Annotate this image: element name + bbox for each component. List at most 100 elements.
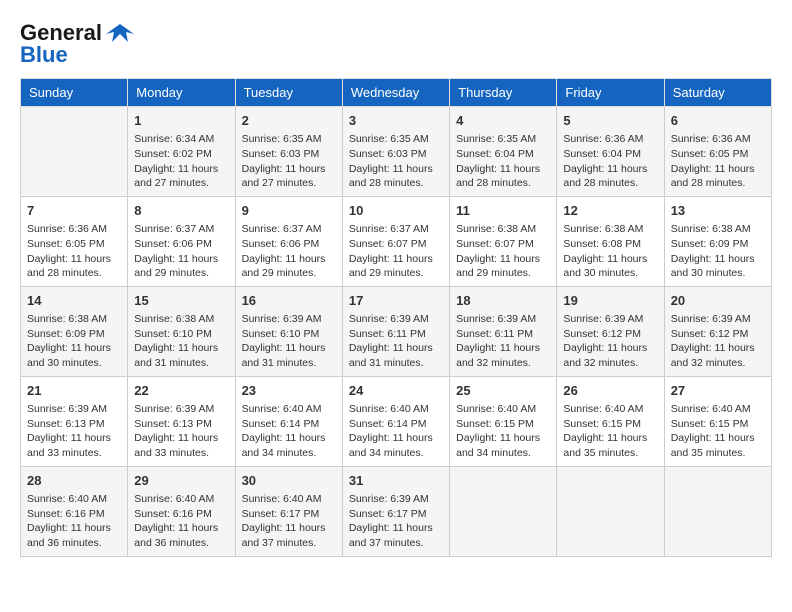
day-detail: Sunrise: 6:38 AM Sunset: 6:07 PM Dayligh… (456, 222, 550, 281)
calendar-cell: 30Sunrise: 6:40 AM Sunset: 6:17 PM Dayli… (235, 466, 342, 556)
day-detail: Sunrise: 6:35 AM Sunset: 6:04 PM Dayligh… (456, 132, 550, 191)
day-detail: Sunrise: 6:36 AM Sunset: 6:04 PM Dayligh… (563, 132, 657, 191)
calendar-cell (664, 466, 771, 556)
calendar-cell: 8 Sunrise: 6:37 AM Sunset: 6:06 PM Daylig… (128, 196, 235, 286)
day-number: 17 (349, 292, 443, 310)
day-number: 28 (27, 472, 121, 490)
calendar-week-2: 7 Sunrise: 6:36 AM Sunset: 6:05 PM Daylig… (21, 196, 772, 286)
calendar-cell: 19 Sunrise: 6:39 AM Sunset: 6:12 PM Dayli… (557, 286, 664, 376)
day-number: 4 (456, 112, 550, 130)
day-detail: Sunrise: 6:37 AM Sunset: 6:06 PM Dayligh… (134, 222, 228, 281)
page-header: General Blue (20, 20, 772, 68)
calendar-cell: 28Sunrise: 6:40 AM Sunset: 6:16 PM Dayli… (21, 466, 128, 556)
calendar-cell: 23 Sunrise: 6:40 AM Sunset: 6:14 PM Dayli… (235, 376, 342, 466)
calendar-cell: 1Sunrise: 6:34 AM Sunset: 6:02 PM Daylig… (128, 107, 235, 197)
day-detail: Sunrise: 6:40 AM Sunset: 6:15 PM Dayligh… (671, 402, 765, 461)
day-number: 3 (349, 112, 443, 130)
calendar-cell: 31Sunrise: 6:39 AM Sunset: 6:17 PM Dayli… (342, 466, 449, 556)
day-number: 22 (134, 382, 228, 400)
day-number: 27 (671, 382, 765, 400)
day-number: 21 (27, 382, 121, 400)
day-detail: Sunrise: 6:35 AM Sunset: 6:03 PM Dayligh… (242, 132, 336, 191)
day-number: 23 (242, 382, 336, 400)
logo-bird-icon (106, 22, 134, 44)
day-number: 14 (27, 292, 121, 310)
calendar-cell: 20 Sunrise: 6:39 AM Sunset: 6:12 PM Dayli… (664, 286, 771, 376)
calendar-cell: 7 Sunrise: 6:36 AM Sunset: 6:05 PM Daylig… (21, 196, 128, 286)
header-tuesday: Tuesday (235, 79, 342, 107)
calendar-table: SundayMondayTuesdayWednesdayThursdayFrid… (20, 78, 772, 557)
day-number: 11 (456, 202, 550, 220)
day-detail: Sunrise: 6:39 AM Sunset: 6:12 PM Dayligh… (563, 312, 657, 371)
calendar-week-1: 1Sunrise: 6:34 AM Sunset: 6:02 PM Daylig… (21, 107, 772, 197)
calendar-cell: 5 Sunrise: 6:36 AM Sunset: 6:04 PM Daylig… (557, 107, 664, 197)
logo-blue-text: Blue (20, 42, 68, 68)
header-saturday: Saturday (664, 79, 771, 107)
day-detail: Sunrise: 6:39 AM Sunset: 6:17 PM Dayligh… (349, 492, 443, 551)
day-number: 6 (671, 112, 765, 130)
day-number: 25 (456, 382, 550, 400)
day-detail: Sunrise: 6:37 AM Sunset: 6:07 PM Dayligh… (349, 222, 443, 281)
day-number: 13 (671, 202, 765, 220)
calendar-cell: 10 Sunrise: 6:37 AM Sunset: 6:07 PM Dayli… (342, 196, 449, 286)
calendar-cell: 3 Sunrise: 6:35 AM Sunset: 6:03 PM Daylig… (342, 107, 449, 197)
day-detail: Sunrise: 6:39 AM Sunset: 6:11 PM Dayligh… (456, 312, 550, 371)
day-detail: Sunrise: 6:36 AM Sunset: 6:05 PM Dayligh… (27, 222, 121, 281)
day-number: 7 (27, 202, 121, 220)
calendar-cell: 17 Sunrise: 6:39 AM Sunset: 6:11 PM Dayli… (342, 286, 449, 376)
day-number: 29 (134, 472, 228, 490)
day-number: 9 (242, 202, 336, 220)
header-friday: Friday (557, 79, 664, 107)
calendar-week-4: 21 Sunrise: 6:39 AM Sunset: 6:13 PM Dayli… (21, 376, 772, 466)
day-number: 10 (349, 202, 443, 220)
day-number: 18 (456, 292, 550, 310)
calendar-cell: 9 Sunrise: 6:37 AM Sunset: 6:06 PM Daylig… (235, 196, 342, 286)
day-detail: Sunrise: 6:39 AM Sunset: 6:11 PM Dayligh… (349, 312, 443, 371)
day-detail: Sunrise: 6:39 AM Sunset: 6:12 PM Dayligh… (671, 312, 765, 371)
day-detail: Sunrise: 6:40 AM Sunset: 6:16 PM Dayligh… (134, 492, 228, 551)
calendar-week-3: 14 Sunrise: 6:38 AM Sunset: 6:09 PM Dayli… (21, 286, 772, 376)
calendar-cell: 24Sunrise: 6:40 AM Sunset: 6:14 PM Dayli… (342, 376, 449, 466)
day-number: 19 (563, 292, 657, 310)
day-number: 30 (242, 472, 336, 490)
calendar-cell: 13 Sunrise: 6:38 AM Sunset: 6:09 PM Dayli… (664, 196, 771, 286)
calendar-cell: 25 Sunrise: 6:40 AM Sunset: 6:15 PM Dayli… (450, 376, 557, 466)
calendar-cell: 29 Sunrise: 6:40 AM Sunset: 6:16 PM Dayli… (128, 466, 235, 556)
header-monday: Monday (128, 79, 235, 107)
day-number: 8 (134, 202, 228, 220)
day-number: 15 (134, 292, 228, 310)
calendar-cell: 21 Sunrise: 6:39 AM Sunset: 6:13 PM Dayli… (21, 376, 128, 466)
day-detail: Sunrise: 6:35 AM Sunset: 6:03 PM Dayligh… (349, 132, 443, 191)
day-number: 26 (563, 382, 657, 400)
day-number: 16 (242, 292, 336, 310)
day-detail: Sunrise: 6:40 AM Sunset: 6:14 PM Dayligh… (242, 402, 336, 461)
day-detail: Sunrise: 6:40 AM Sunset: 6:15 PM Dayligh… (456, 402, 550, 461)
calendar-cell (21, 107, 128, 197)
day-number: 5 (563, 112, 657, 130)
day-detail: Sunrise: 6:38 AM Sunset: 6:08 PM Dayligh… (563, 222, 657, 281)
day-number: 2 (242, 112, 336, 130)
calendar-cell: 18 Sunrise: 6:39 AM Sunset: 6:11 PM Dayli… (450, 286, 557, 376)
header-wednesday: Wednesday (342, 79, 449, 107)
header-sunday: Sunday (21, 79, 128, 107)
day-detail: Sunrise: 6:37 AM Sunset: 6:06 PM Dayligh… (242, 222, 336, 281)
day-detail: Sunrise: 6:40 AM Sunset: 6:14 PM Dayligh… (349, 402, 443, 461)
calendar-cell: 2 Sunrise: 6:35 AM Sunset: 6:03 PM Daylig… (235, 107, 342, 197)
calendar-cell: 6 Sunrise: 6:36 AM Sunset: 6:05 PM Daylig… (664, 107, 771, 197)
day-detail: Sunrise: 6:38 AM Sunset: 6:09 PM Dayligh… (27, 312, 121, 371)
calendar-cell (557, 466, 664, 556)
day-detail: Sunrise: 6:38 AM Sunset: 6:09 PM Dayligh… (671, 222, 765, 281)
calendar-cell (450, 466, 557, 556)
day-number: 1 (134, 112, 228, 130)
calendar-week-5: 28 Sunrise: 6:40 AM Sunset: 6:16 PM Dayli… (21, 466, 772, 556)
day-detail: Sunrise: 6:36 AM Sunset: 6:05 PM Dayligh… (671, 132, 765, 191)
calendar-cell: 26Sunrise: 6:40 AM Sunset: 6:15 PM Dayli… (557, 376, 664, 466)
day-number: 20 (671, 292, 765, 310)
day-detail: Sunrise: 6:39 AM Sunset: 6:13 PM Dayligh… (27, 402, 121, 461)
calendar-cell: 27 Sunrise: 6:40 AM Sunset: 6:15 PM Dayli… (664, 376, 771, 466)
calendar-cell: 12Sunrise: 6:38 AM Sunset: 6:08 PM Dayli… (557, 196, 664, 286)
day-detail: Sunrise: 6:39 AM Sunset: 6:13 PM Dayligh… (134, 402, 228, 461)
day-detail: Sunrise: 6:39 AM Sunset: 6:10 PM Dayligh… (242, 312, 336, 371)
calendar-cell: 15Sunrise: 6:38 AM Sunset: 6:10 PM Dayli… (128, 286, 235, 376)
calendar-cell: 16 Sunrise: 6:39 AM Sunset: 6:10 PM Dayli… (235, 286, 342, 376)
